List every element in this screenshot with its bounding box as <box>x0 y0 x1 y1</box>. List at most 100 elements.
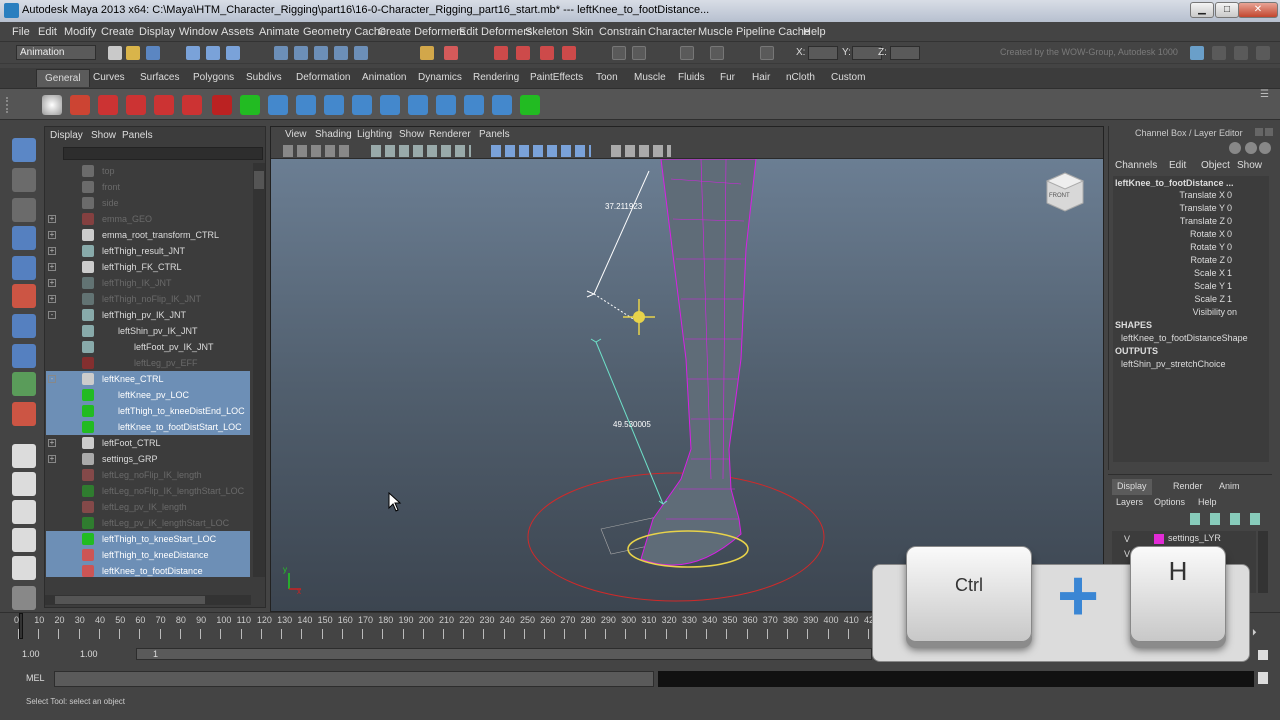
minimize-button[interactable]: ▁ <box>1190 2 1214 18</box>
distance-locator-start[interactable] <box>586 290 596 298</box>
menu-window[interactable]: Window <box>179 26 218 38</box>
sphere-icon[interactable] <box>268 95 288 115</box>
outliner-row[interactable]: leftThigh_to_kneeDistEnd_LOC <box>46 403 250 419</box>
layout-custom-icon[interactable] <box>12 586 36 610</box>
viewport-menu-lighting[interactable]: Lighting <box>357 129 392 140</box>
menu-skin[interactable]: Skin <box>572 26 593 38</box>
outliner-row[interactable]: leftLeg_pv_EFF <box>46 355 250 371</box>
outliner-row[interactable]: leftKnee_pv_LOC <box>46 387 250 403</box>
shelf-tab-subdivs[interactable]: Subdivs <box>238 69 290 87</box>
layout-single-icon[interactable] <box>12 444 36 468</box>
outliner-row[interactable]: leftKnee_to_footDistance <box>46 563 250 577</box>
cb-attr-name[interactable]: Rotate Z <box>1113 255 1225 265</box>
move-tool-icon[interactable] <box>12 226 36 250</box>
pole-vector-locator[interactable] <box>623 299 655 335</box>
ipr-render-icon[interactable] <box>494 46 508 60</box>
render-frame-icon[interactable] <box>444 46 458 60</box>
menu-assets[interactable]: Assets <box>221 26 254 38</box>
create-joint-icon[interactable] <box>98 95 118 115</box>
menu-character[interactable]: Character <box>648 26 696 38</box>
layout-four-icon[interactable] <box>12 472 36 496</box>
expand-toggle-icon[interactable]: + <box>48 455 56 463</box>
sign-in-icon[interactable] <box>1190 46 1204 60</box>
select-tool-icon[interactable] <box>42 95 62 115</box>
maximize-button[interactable]: □ <box>1215 2 1239 18</box>
layer-visibility-toggle[interactable]: V <box>1124 534 1130 544</box>
layer-name[interactable]: settings_LYR <box>1168 533 1221 543</box>
menu-pipeline-cache[interactable]: Pipeline Cache <box>736 26 810 38</box>
show-manip-icon[interactable] <box>12 372 36 396</box>
menu-modify[interactable]: Modify <box>64 26 96 38</box>
z-field[interactable] <box>890 46 920 60</box>
menu-skeleton[interactable]: Skeleton <box>525 26 568 38</box>
view-tools-icon[interactable] <box>371 145 471 157</box>
aim-constraint-icon[interactable] <box>408 95 428 115</box>
cb-attr-value[interactable]: 1 <box>1227 268 1232 278</box>
outliner-row[interactable]: side <box>46 195 250 211</box>
channel-box-toggle-icon[interactable] <box>760 46 774 60</box>
cb-attr-name[interactable]: Rotate X <box>1113 229 1225 239</box>
outliner-row[interactable]: leftShin_pv_IK_JNT <box>46 323 250 339</box>
panel-toggle-icon[interactable] <box>1256 46 1270 60</box>
cb-visibility-icon[interactable] <box>1229 142 1241 154</box>
cb-attr-name[interactable]: Translate X <box>1113 190 1225 200</box>
cb-attr-value[interactable]: 0 <box>1227 242 1232 252</box>
select-component-icon[interactable] <box>226 46 240 60</box>
point-constraint-icon[interactable] <box>352 95 372 115</box>
tool-settings-toggle-icon[interactable] <box>710 46 724 60</box>
outliner-row[interactable]: + leftThigh_IK_JNT <box>46 275 250 291</box>
outliner-row[interactable]: top <box>46 163 250 179</box>
cb-attr-value[interactable]: 0 <box>1227 216 1232 226</box>
cb-attr-value[interactable]: 1 <box>1227 294 1232 304</box>
outliner-row[interactable]: leftKnee_to_footDistStart_LOC <box>46 419 250 435</box>
outliner-row[interactable]: - leftKnee_CTRL <box>46 371 250 387</box>
outliner-row[interactable]: leftThigh_to_kneeDistance <box>46 547 250 563</box>
layer-color-swatch[interactable] <box>1154 534 1164 544</box>
outliner-row[interactable]: leftLeg_pv_IK_length <box>46 499 250 515</box>
outliner-row[interactable]: leftFoot_pv_IK_JNT <box>46 339 250 355</box>
layer-tab-display[interactable]: Display <box>1112 479 1152 495</box>
expand-toggle-icon[interactable]: - <box>48 375 56 383</box>
layer-tools-icon[interactable] <box>1190 513 1268 525</box>
last-tool-icon[interactable] <box>12 402 36 426</box>
cb-toolsettings-icon[interactable] <box>1259 142 1271 154</box>
layout-two-icon[interactable] <box>12 500 36 524</box>
x-field[interactable] <box>808 46 838 60</box>
outliner-row[interactable]: - leftThigh_pv_IK_JNT <box>46 307 250 323</box>
layout-icon[interactable] <box>1234 46 1248 60</box>
orient-constraint-icon[interactable] <box>380 95 400 115</box>
scale-tool-icon[interactable] <box>12 284 36 308</box>
cb-shape-name[interactable]: leftKnee_to_footDistanceShape <box>1121 333 1248 343</box>
open-scene-icon[interactable] <box>126 46 140 60</box>
layer-tab-render[interactable]: Render <box>1168 479 1208 495</box>
shelf-tab-surfaces[interactable]: Surfaces <box>132 69 187 87</box>
outliner-menu-panels[interactable]: Panels <box>122 130 153 141</box>
shelf-tab-deformation[interactable]: Deformation <box>288 69 358 87</box>
current-time-marker[interactable] <box>19 613 23 639</box>
snap-live-icon[interactable] <box>354 46 368 60</box>
menu-file[interactable]: File <box>12 26 30 38</box>
cv-curve-icon[interactable] <box>240 95 260 115</box>
viewport-menu-panels[interactable]: Panels <box>479 129 510 140</box>
sidebar-toggle-icon[interactable] <box>632 46 646 60</box>
parent-tool-icon[interactable] <box>324 95 344 115</box>
pole-vector-icon[interactable] <box>464 95 484 115</box>
cb-menu-object[interactable]: Object <box>1201 160 1230 171</box>
outliner-row[interactable]: + settings_GRP <box>46 451 250 467</box>
script-editor-icon[interactable] <box>1258 672 1268 684</box>
mirror-joint-icon[interactable] <box>182 95 202 115</box>
cb-attr-name[interactable]: Visibility <box>1113 307 1225 317</box>
channel-box-close-icon[interactable] <box>1265 128 1273 136</box>
outliner-vscroll-thumb[interactable] <box>254 171 264 189</box>
save-scene-icon[interactable] <box>146 46 160 60</box>
shelf-tab-hair[interactable]: Hair <box>744 69 778 87</box>
range-bar[interactable]: 1 <box>136 648 872 660</box>
expand-toggle-icon[interactable]: + <box>48 263 56 271</box>
layer-menu-layers[interactable]: Layers <box>1116 497 1143 507</box>
cb-output-name[interactable]: leftShin_pv_stretchChoice <box>1121 359 1226 369</box>
menu-muscle[interactable]: Muscle <box>698 26 733 38</box>
outliner-row[interactable]: + leftThigh_FK_CTRL <box>46 259 250 275</box>
expand-toggle-icon[interactable]: + <box>48 279 56 287</box>
locator-tool-icon[interactable] <box>492 95 512 115</box>
expand-toggle-icon[interactable]: + <box>48 247 56 255</box>
